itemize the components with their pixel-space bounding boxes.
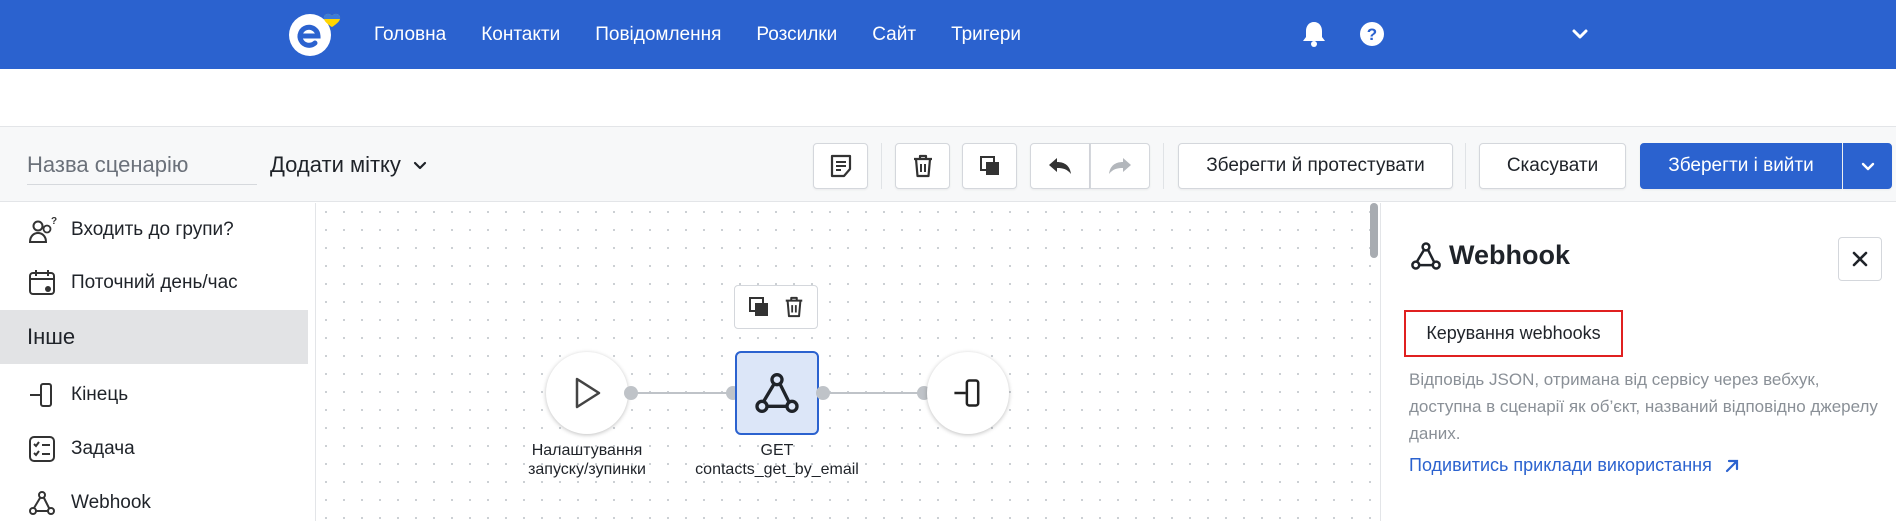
- bell-icon[interactable]: [1299, 19, 1329, 49]
- section-other[interactable]: Інше: [0, 310, 308, 364]
- note-icon: [830, 154, 851, 178]
- copy-node-button[interactable]: [745, 293, 773, 321]
- webhook-description: Відповідь JSON, отримана від сервісу чер…: [1409, 370, 1878, 443]
- note-button[interactable]: [813, 143, 868, 189]
- block-item-label: Входить до групи?: [71, 219, 234, 240]
- connection-line: [631, 392, 733, 394]
- connection-port[interactable]: [816, 386, 830, 400]
- task-list-icon: [29, 436, 55, 462]
- save-options-dropdown-button[interactable]: [1843, 143, 1892, 189]
- nav-item-messages[interactable]: Повідомлення: [595, 24, 721, 46]
- save-and-test-label: Зберегти й протестувати: [1206, 155, 1425, 176]
- usage-examples-link[interactable]: Подивитись приклади використання: [1409, 455, 1740, 476]
- trash-icon: [785, 296, 802, 318]
- svg-text:?: ?: [51, 216, 57, 227]
- nav-item-site[interactable]: Сайт: [872, 24, 916, 46]
- esputnik-logo-icon[interactable]: [288, 10, 354, 60]
- end-node[interactable]: [927, 352, 1009, 434]
- calendar-clock-icon: [29, 270, 55, 295]
- webhook-icon: [755, 373, 799, 413]
- block-item-end[interactable]: Кінець: [0, 368, 308, 422]
- manage-webhooks-button[interactable]: Керування webhooks: [1404, 310, 1623, 357]
- start-stop-node[interactable]: [546, 352, 628, 434]
- svg-text:?: ?: [1367, 25, 1377, 44]
- delete-button[interactable]: [895, 143, 950, 189]
- chevron-down-icon[interactable]: [1565, 19, 1595, 49]
- usage-examples-link-label: Подивитись приклади використання: [1409, 455, 1712, 475]
- scenario-name-input[interactable]: [27, 145, 257, 185]
- webhook-icon: [1411, 242, 1441, 270]
- nav-item-contacts[interactable]: Контакти: [481, 24, 560, 46]
- play-icon: [575, 377, 601, 409]
- redo-icon: [1109, 158, 1131, 174]
- blocks-panel: ? Входить до групи? Поточний день/час Ін…: [0, 203, 316, 521]
- scenario-toolbar: Додати мітку Зберегти й протес: [0, 127, 1896, 202]
- save-and-exit-button[interactable]: Зберегти і вийти: [1640, 143, 1842, 189]
- webhook-icon: [29, 491, 55, 515]
- block-item-label: Поточний день/час: [71, 272, 238, 293]
- block-item-webhook[interactable]: Webhook: [0, 476, 308, 530]
- block-settings-panel: Webhook Керування webhooks Відповідь JSO…: [1380, 203, 1896, 521]
- external-link-arrow-icon: [1725, 459, 1738, 472]
- connection-port[interactable]: [624, 386, 638, 400]
- panel-title: Webhook: [1449, 240, 1570, 270]
- undo-icon: [1049, 158, 1071, 174]
- delete-node-button[interactable]: [780, 293, 808, 321]
- main-nav: Головна Контакти Повідомлення Розсилки С…: [374, 0, 1056, 69]
- node-label-line: GET: [760, 442, 794, 459]
- cancel-button[interactable]: Скасувати: [1479, 143, 1626, 189]
- close-icon: [1852, 251, 1868, 267]
- help-circle-icon[interactable]: ?: [1357, 19, 1387, 49]
- node-label-line: Налаштування: [531, 442, 643, 459]
- trash-icon: [913, 154, 932, 178]
- chevron-down-icon: [413, 161, 427, 170]
- start-stop-node-label: Налаштування запуску/зупинки: [507, 441, 667, 479]
- nav-item-triggers[interactable]: Тригери: [951, 24, 1021, 46]
- section-title: Інше: [27, 324, 76, 349]
- block-item-current-datetime[interactable]: Поточний день/час: [0, 256, 308, 310]
- block-item-in-group[interactable]: ? Входить до групи?: [0, 203, 308, 257]
- node-label-line: contacts_get_by_email: [695, 461, 859, 478]
- close-panel-button[interactable]: [1838, 237, 1882, 281]
- connection-line: [823, 392, 924, 394]
- webhook-node-label: GET contacts_get_by_email: [677, 441, 877, 479]
- block-item-label: Задача: [71, 438, 135, 459]
- end-icon: [954, 379, 980, 407]
- chevron-down-icon: [1861, 162, 1874, 171]
- nav-item-campaigns[interactable]: Розсилки: [756, 24, 837, 46]
- group-question-icon: ?: [28, 216, 57, 243]
- block-item-label: Webhook: [71, 492, 151, 513]
- end-icon: [30, 383, 52, 407]
- sub-header-band: [0, 69, 1896, 127]
- undo-button[interactable]: [1030, 143, 1090, 189]
- webhook-node[interactable]: [735, 351, 819, 435]
- canvas-scrollbar[interactable]: [1370, 203, 1378, 258]
- node-actions-toolbar: [734, 285, 818, 329]
- copy-button[interactable]: [962, 143, 1017, 189]
- add-tag-label: Додати мітку: [270, 152, 401, 177]
- node-label-line: запуску/зупинки: [528, 461, 646, 478]
- block-item-label: Кінець: [71, 384, 129, 405]
- save-and-exit-label: Зберегти і вийти: [1668, 155, 1814, 176]
- cancel-label: Скасувати: [1506, 155, 1599, 176]
- block-item-task[interactable]: Задача: [0, 422, 308, 476]
- save-and-test-button[interactable]: Зберегти й протестувати: [1178, 143, 1453, 189]
- add-tag-dropdown[interactable]: Додати мітку: [270, 147, 429, 183]
- copy-icon: [979, 156, 999, 175]
- top-navigation-bar: Головна Контакти Повідомлення Розсилки С…: [0, 0, 1896, 69]
- redo-button[interactable]: [1090, 143, 1150, 189]
- nav-item-home[interactable]: Головна: [374, 24, 446, 46]
- copy-icon: [748, 297, 768, 316]
